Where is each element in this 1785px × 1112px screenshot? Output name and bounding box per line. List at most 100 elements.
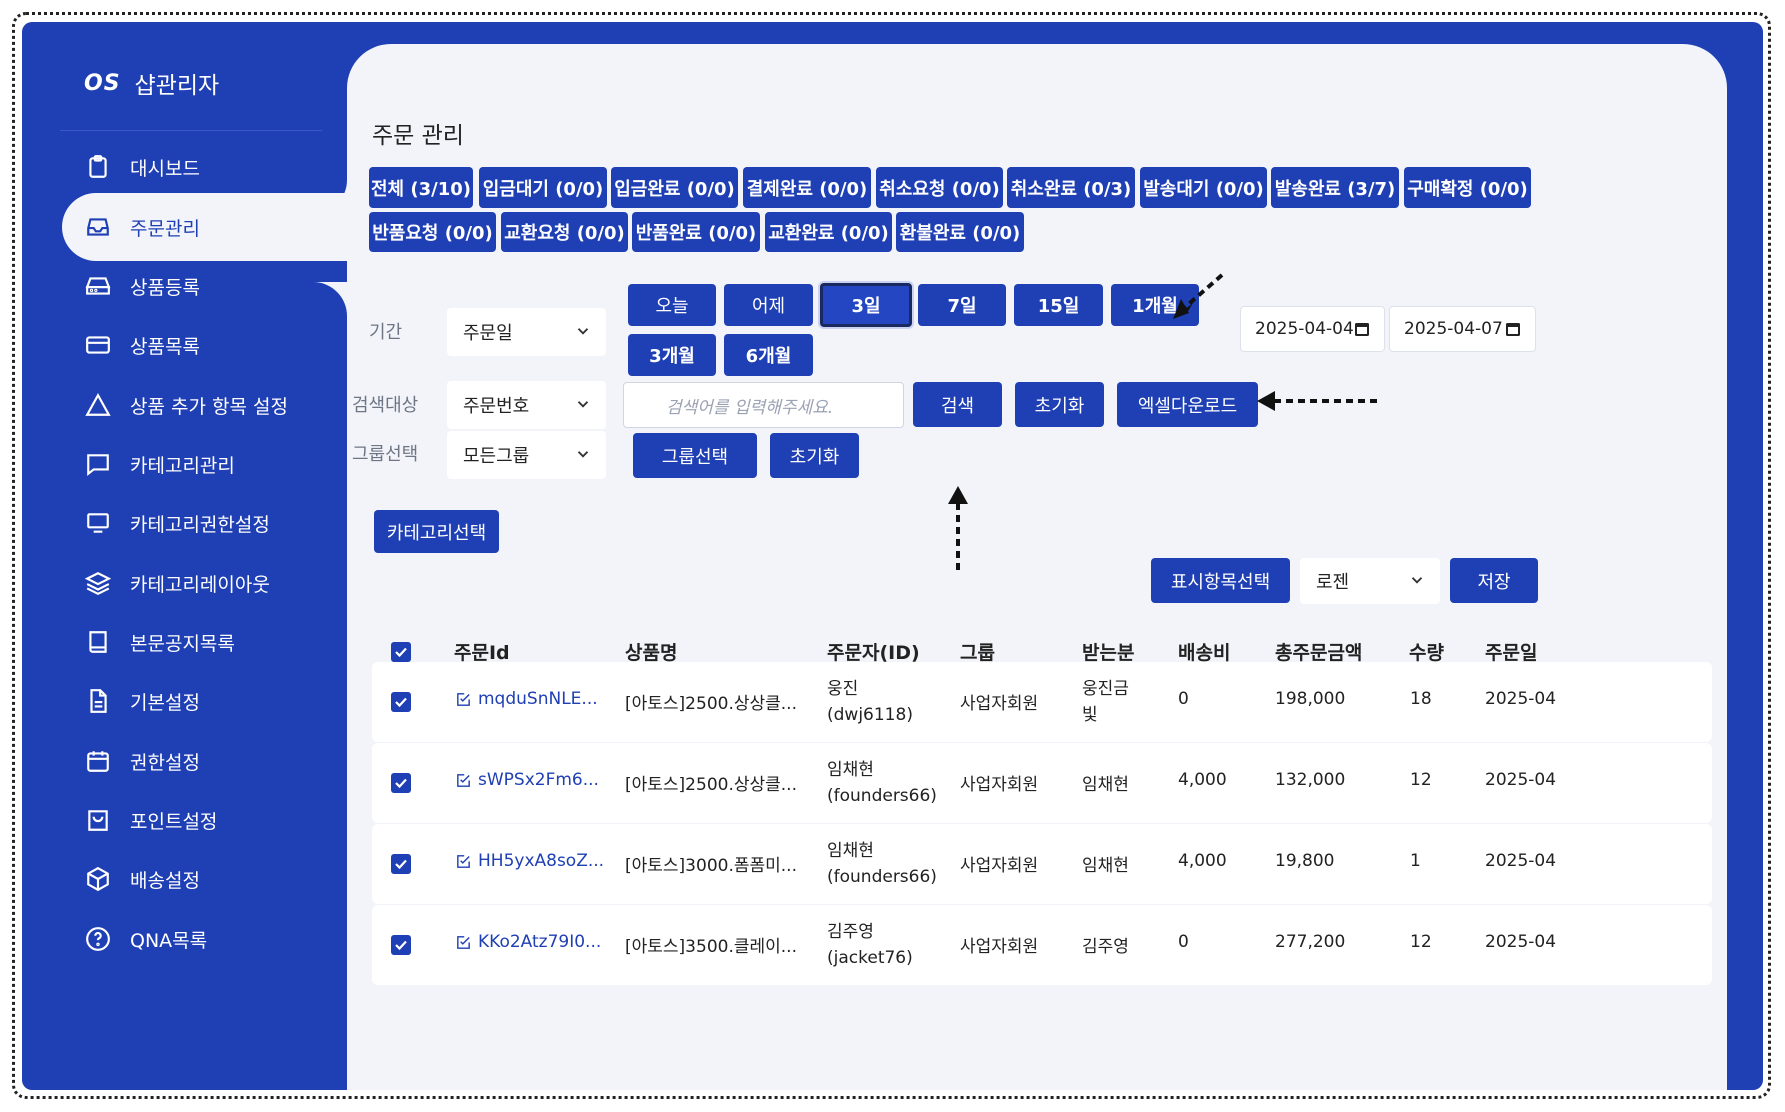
sidebar-item-label: 카테고리관리 [130,454,235,477]
search-button[interactable]: 검색 [913,382,1002,427]
sidebar-item-product-list[interactable]: 상품목록 [62,311,347,379]
search-input[interactable]: 검색어를 입력해주세요. [623,382,904,428]
period-type-select[interactable]: 주문일 [447,308,606,356]
orderer: 웅진 (dwj6118) [827,676,913,728]
message-square-icon [84,450,112,478]
sidebar-item-point-settings[interactable]: 포인트설정 [62,786,347,854]
column-header-total[interactable]: 총주문금액 [1275,638,1362,665]
member-group: 사업자회원 [960,856,1039,876]
status-tab-cancel-request[interactable]: 취소요청 (0/0) [876,167,1003,208]
period-button-3days[interactable]: 3일 [820,283,912,327]
product-name: [아토스]2500.상상클... [625,775,797,795]
orderer-id: (founders66) [827,786,937,806]
status-tab-return-complete[interactable]: 반품완료 (0/0) [632,212,760,252]
date-to-input[interactable]: 2025-04-07 [1389,306,1536,352]
status-tab-payment-complete[interactable]: 결제완료 (0/0) [743,167,871,208]
sidebar-item-qna-list[interactable]: QNA목록 [62,905,347,973]
column-header-quantity[interactable]: 수량 [1409,638,1444,665]
shipping-fee: 0 [1178,689,1189,709]
excel-download-button[interactable]: 엑셀다운로드 [1117,382,1258,427]
sidebar-item-orders[interactable]: 주문관리 [62,193,347,261]
order-id-link[interactable]: sWPSx2Fm6... [455,770,599,790]
period-button-7days[interactable]: 7일 [918,284,1006,326]
sidebar-item-shipping-settings[interactable]: 배송설정 [62,845,347,913]
status-tab-all[interactable]: 전체 (3/10) [369,167,473,208]
column-header-order-date[interactable]: 주문일 [1485,638,1537,665]
sidebar-item-label: 주문관리 [130,217,200,240]
edit-check-icon [457,692,470,706]
sidebar-item-label: 상품 추가 항목 설정 [130,395,288,418]
page-title: 주문 관리 [372,123,464,149]
sidebar-item-category-layout[interactable]: 카테고리레이아웃 [62,549,347,617]
chevron-down-icon [1411,577,1423,584]
column-header-product[interactable]: 상품명 [625,638,677,665]
table-row[interactable]: sWPSx2Fm6... [아토스]2500.상상클... 임채현 (founde… [372,743,1712,823]
orderer: 임채현 (founders66) [827,838,937,890]
column-header-orderer[interactable]: 주문자(ID) [827,638,920,665]
save-button[interactable]: 저장 [1450,558,1538,603]
group-select[interactable]: 모든그룹 [447,431,606,479]
table-row[interactable]: KKo2Atz79I0... [아토스]3500.클레이... 김주영 (jack… [372,905,1712,985]
hard-drive-icon [84,272,112,300]
group-select-button[interactable]: 그룹선택 [633,433,757,478]
edit-check-icon [457,935,470,949]
status-tab-shipped[interactable]: 발송완료 (3/7) [1271,167,1399,208]
member-group: 사업자회원 [960,937,1039,957]
row-checkbox[interactable] [391,935,411,955]
sidebar-item-product-extra-fields[interactable]: 상품 추가 항목 설정 [62,371,347,439]
sidebar-item-basic-settings[interactable]: 기본설정 [62,667,347,735]
calendar-icon [84,747,112,775]
order-id-link[interactable]: HH5yxA8soZ... [455,851,604,871]
category-select-button[interactable]: 카테고리선택 [374,510,499,553]
sidebar-item-dashboard[interactable]: 대시보드 [62,133,347,201]
status-tab-awaiting-deposit[interactable]: 입금대기 (0/0) [479,167,607,208]
row-checkbox[interactable] [391,773,411,793]
status-tab-return-request[interactable]: 반품요청 (0/0) [369,212,496,252]
status-tab-exchange-request[interactable]: 교환요청 (0/0) [501,212,628,252]
sidebar-item-product-register[interactable]: 상품등록 [62,252,347,320]
quantity: 12 [1410,932,1432,952]
sidebar-item-category-permission[interactable]: 카테고리권한설정 [62,489,347,557]
order-id-link[interactable]: mqduSnNLE... [455,689,598,709]
order-date: 2025-04 [1485,932,1557,952]
table-row[interactable]: HH5yxA8soZ... [아토스]3000.폼폼미... 임채현 (found… [372,824,1712,904]
column-header-group[interactable]: 그룹 [960,638,995,665]
period-button-yesterday[interactable]: 어제 [724,284,813,326]
period-button-15days[interactable]: 15일 [1014,284,1103,326]
sidebar-item-notice-list[interactable]: 본문공지목록 [62,608,347,676]
row-checkbox[interactable] [391,692,411,712]
period-button-6months[interactable]: 6개월 [724,334,813,376]
status-tab-exchange-complete[interactable]: 교환완료 (0/0) [765,212,892,252]
edit-check-icon [457,773,470,787]
status-tab-cancel-complete[interactable]: 취소완료 (0/3) [1007,167,1135,208]
chevron-down-icon [577,451,589,458]
period-button-today[interactable]: 오늘 [628,284,716,326]
sidebar-item-permission-settings[interactable]: 권한설정 [62,727,347,795]
status-tab-awaiting-shipment[interactable]: 발송대기 (0/0) [1140,167,1267,208]
order-id-link[interactable]: KKo2Atz79I0... [455,932,601,952]
sidebar-item-category-manage[interactable]: 카테고리관리 [62,430,347,498]
group-reset-button[interactable]: 초기화 [770,433,859,478]
select-all-checkbox[interactable] [391,642,411,662]
period-button-3months[interactable]: 3개월 [628,334,716,376]
shopping-bag-icon [84,806,112,834]
row-checkbox[interactable] [391,854,411,874]
table-row[interactable]: mqduSnNLE... [아토스]2500.상상클... 웅진 (dwj6118… [372,662,1712,742]
column-header-order-id[interactable]: 주문Id [454,638,510,665]
column-select-button[interactable]: 표시항목선택 [1151,558,1290,603]
column-header-recipient[interactable]: 받는분 [1082,638,1134,665]
reset-button[interactable]: 초기화 [1015,382,1104,427]
brand[interactable]: OS 샵관리자 [84,66,219,100]
status-tab-purchase-confirmed[interactable]: 구매확정 (0/0) [1404,167,1531,208]
order-id-text: HH5yxA8soZ... [478,851,605,871]
search-target-select[interactable]: 주문번호 [447,381,606,429]
courier-select[interactable]: 로젠 [1300,558,1440,604]
recipient: 웅진금 빛 [1082,676,1129,728]
status-tab-deposit-complete[interactable]: 입금완료 (0/0) [611,167,738,208]
column-header-shipping-fee[interactable]: 배송비 [1178,638,1230,665]
date-from-input[interactable]: 2025-04-04 [1240,306,1385,352]
order-date: 2025-04 [1485,851,1557,871]
order-date: 2025-04 [1485,770,1557,790]
search-target-label: 검색대상 [352,395,419,416]
status-tab-refund-complete[interactable]: 환불완료 (0/0) [896,212,1024,252]
